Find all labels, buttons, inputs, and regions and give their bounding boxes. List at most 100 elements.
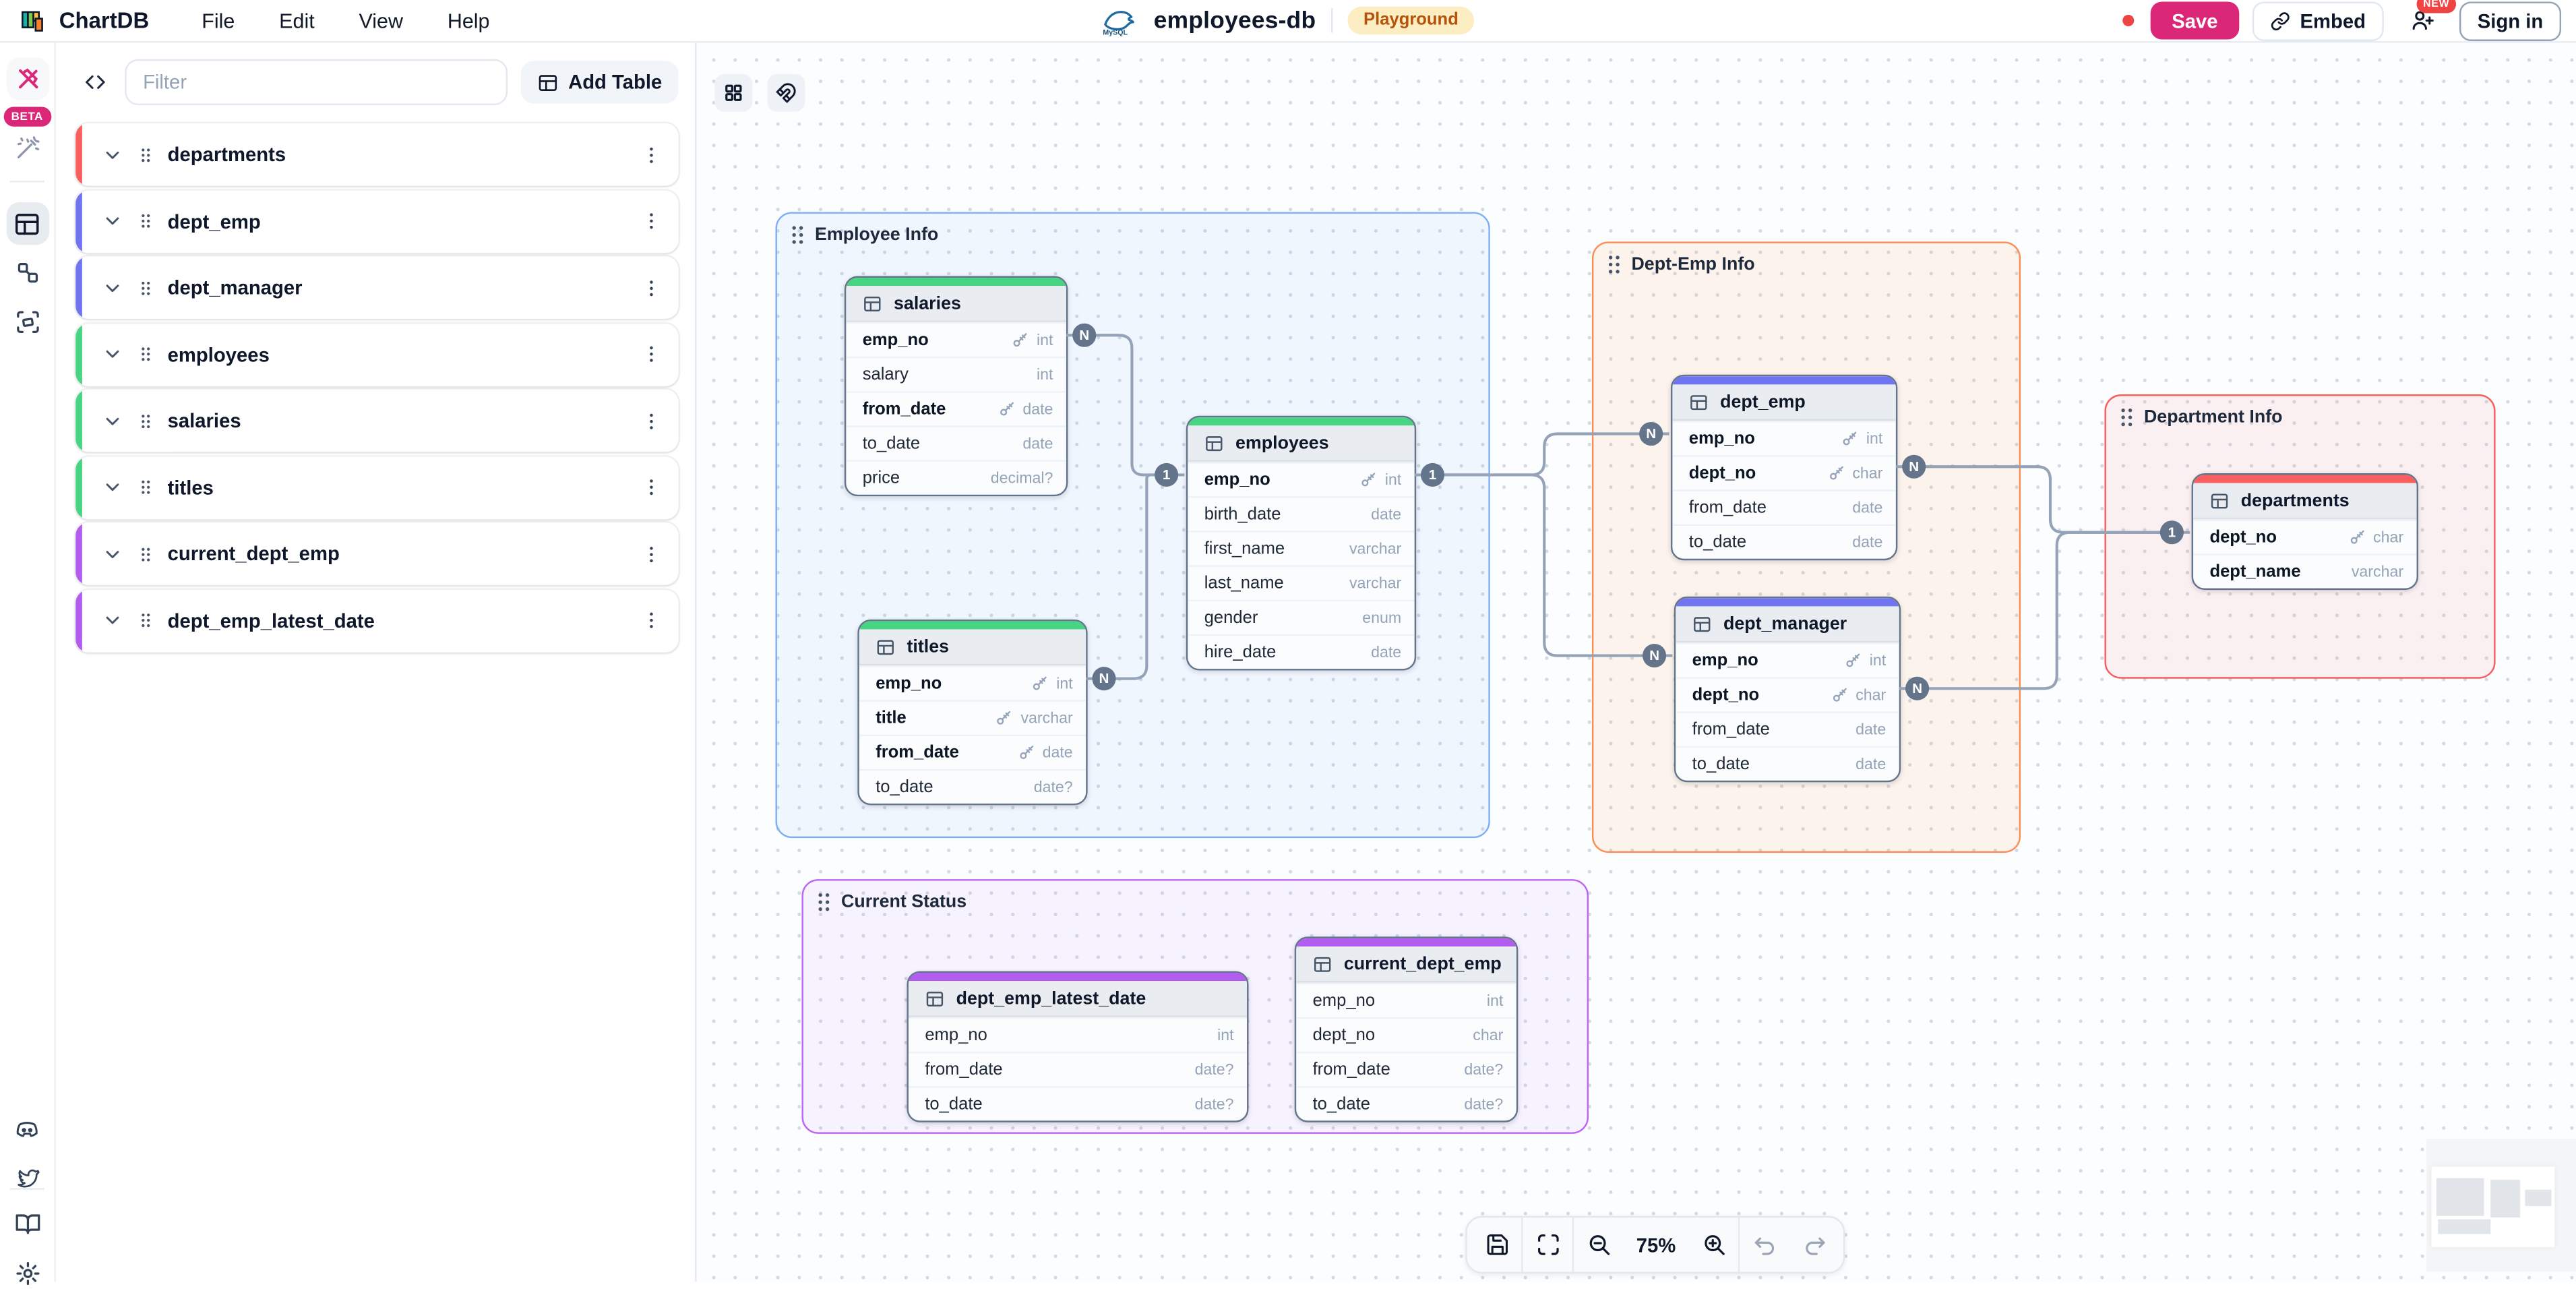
table-menu-icon[interactable] [641,210,663,232]
field-row: emp_noint [1676,642,1899,677]
drag-handle-icon[interactable] [136,343,154,365]
field-name: from_date [1692,720,1770,740]
field-name: last_name [1204,574,1284,593]
table-menu-icon[interactable] [641,477,663,498]
relationships-tab-icon[interactable] [6,251,49,294]
embed-button[interactable]: Embed [2252,1,2384,40]
zoom-level[interactable]: 75% [1623,1233,1689,1256]
zoom-in-button[interactable] [1689,1217,1738,1271]
sidebar-table-label: departments [168,143,628,166]
twitter-icon[interactable] [6,1157,49,1199]
diagram-name[interactable]: employees-db [1154,7,1316,34]
areas-tab-icon[interactable] [6,301,49,343]
table-menu-icon[interactable] [641,609,663,631]
drag-handle-icon[interactable] [136,410,154,431]
menu-item-file[interactable]: File [202,9,235,32]
code-editor-icon[interactable] [79,63,112,102]
table-header[interactable]: dept_emp [1672,384,1896,421]
drag-handle-icon[interactable] [136,609,154,631]
table-header[interactable]: dept_manager [1676,606,1899,642]
table-color-accent [75,522,82,585]
add-table-button[interactable]: Add Table [520,61,678,103]
chevron-down-icon[interactable] [102,277,123,299]
drag-handle-icon[interactable] [816,893,831,912]
drag-handle-icon[interactable] [136,210,154,232]
chevron-down-icon[interactable] [102,609,123,631]
redo-button[interactable] [1789,1217,1838,1271]
table-header[interactable]: employees [1188,425,1414,462]
magic-wand-icon[interactable] [6,127,49,169]
table-header[interactable]: titles [859,630,1086,666]
drag-handle-icon[interactable] [1607,255,1622,274]
chevron-down-icon[interactable] [102,543,123,565]
drag-handle-icon[interactable] [136,144,154,165]
sidebar-table-dept_manager[interactable]: dept_manager [75,256,679,319]
chevron-down-icon[interactable] [102,343,123,365]
table-header[interactable]: departments [2193,483,2417,520]
settings-gear-icon[interactable] [6,1252,49,1294]
discord-icon[interactable] [6,1109,49,1151]
save-button[interactable]: Save [2151,1,2240,39]
chevron-down-icon[interactable] [102,210,123,232]
table-employees[interactable]: employeesemp_nointbirth_datedatefirst_na… [1186,416,1416,671]
table-dept_emp[interactable]: dept_empemp_nointdept_nocharfrom_datedat… [1671,375,1897,560]
menu-item-help[interactable]: Help [448,9,490,32]
table-menu-icon[interactable] [641,543,663,565]
layout-grid-button[interactable] [714,74,752,112]
field-name: from_date [925,1060,1002,1079]
chevron-down-icon[interactable] [102,144,123,165]
field-name: salary [863,365,909,384]
field-row: pricedecimal? [846,460,1066,495]
table-header[interactable]: dept_emp_latest_date [909,981,1247,1017]
drag-handle-icon[interactable] [2119,408,2134,427]
chevron-down-icon[interactable] [102,410,123,431]
link-icon [2271,11,2290,30]
undo-button[interactable] [1740,1217,1789,1271]
sidebar-table-departments[interactable]: departments [75,123,679,186]
drag-handle-icon[interactable] [136,277,154,299]
chevron-down-icon[interactable] [102,477,123,498]
table-name: current_dept_emp [1344,954,1502,973]
sidebar-table-current_dept_emp[interactable]: current_dept_emp [75,522,679,585]
sign-in-button[interactable]: Sign in [2459,1,2561,40]
sidebar-table-label: salaries [168,409,628,432]
table-dept_manager[interactable]: dept_manageremp_nointdept_nocharfrom_dat… [1674,597,1901,782]
tables-tab-icon[interactable] [6,202,49,245]
fit-view-button[interactable] [1523,1217,1572,1271]
drag-handle-icon[interactable] [790,225,805,245]
invite-user-button[interactable]: NEW [2397,1,2446,40]
magnet-snap-button[interactable] [767,74,805,112]
sidebar-table-dept_emp[interactable]: dept_emp [75,190,679,253]
table-current_dept_emp[interactable]: current_dept_empemp_nointdept_nocharfrom… [1295,936,1519,1122]
sidebar-table-titles[interactable]: titles [75,456,679,518]
table-dept_emp_latest_date[interactable]: dept_emp_latest_dateemp_nointfrom_dateda… [907,971,1249,1122]
table-color-accent [75,456,82,518]
zoom-out-button[interactable] [1574,1217,1623,1271]
save-diagram-icon-button[interactable] [1472,1217,1521,1271]
filter-input[interactable] [125,59,508,105]
menu-item-edit[interactable]: Edit [279,9,315,32]
crossed-pencils-icon[interactable] [6,57,49,100]
diagram-title-group: MySQL employees-db Playground [1101,0,1475,41]
table-menu-icon[interactable] [641,343,663,365]
table-header[interactable]: current_dept_emp [1296,946,1516,983]
table-header[interactable]: salaries [846,286,1066,322]
minimap[interactable] [2426,1139,2576,1271]
field-type: char [1473,1026,1503,1044]
field-name: from_date [1689,498,1767,518]
menu-item-view[interactable]: View [359,9,404,32]
drag-handle-icon[interactable] [136,477,154,498]
table-departments[interactable]: departmentsdept_nochardept_namevarchar [2192,473,2418,590]
field-row: emp_noint [1672,421,1896,455]
docs-book-icon[interactable] [6,1203,49,1245]
sidebar-table-dept_emp_latest_date[interactable]: dept_emp_latest_date [75,589,679,652]
drag-handle-icon[interactable] [136,543,154,565]
chartdb-logo-icon[interactable] [20,7,46,34]
table-titles[interactable]: titlesemp_nointtitlevarcharfrom_datedate… [857,620,1087,805]
sidebar-table-employees[interactable]: employees [75,323,679,386]
table-menu-icon[interactable] [641,277,663,299]
sidebar-table-salaries[interactable]: salaries [75,390,679,452]
table-menu-icon[interactable] [641,410,663,431]
table-salaries[interactable]: salariesemp_nointsalaryintfrom_datedatet… [845,276,1068,497]
table-menu-icon[interactable] [641,144,663,165]
